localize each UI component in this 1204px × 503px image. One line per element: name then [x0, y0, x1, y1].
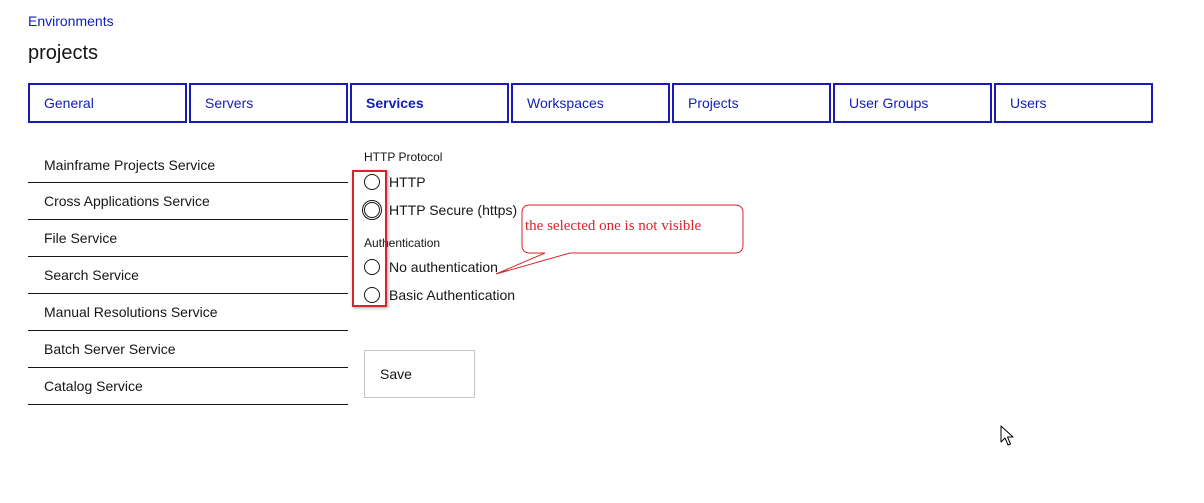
tab-bar: General Servers Services Workspaces Proj…	[28, 83, 1155, 123]
radio-basic-authentication[interactable]: Basic Authentication	[364, 287, 515, 303]
service-item-batch-server[interactable]: Batch Server Service	[28, 331, 348, 368]
tab-servers[interactable]: Servers	[189, 83, 348, 123]
http-protocol-label: HTTP Protocol	[364, 150, 443, 164]
breadcrumb-environments[interactable]: Environments	[28, 13, 114, 29]
tab-general[interactable]: General	[28, 83, 187, 123]
service-item-cross-applications[interactable]: Cross Applications Service	[28, 183, 348, 220]
radio-circle-https[interactable]	[362, 200, 382, 220]
authentication-label: Authentication	[364, 236, 441, 250]
tab-workspaces[interactable]: Workspaces	[511, 83, 670, 123]
service-item-search[interactable]: Search Service	[28, 257, 348, 294]
radio-label-http: HTTP	[389, 174, 426, 190]
service-item-catalog[interactable]: Catalog Service	[28, 368, 348, 405]
tab-user-groups[interactable]: User Groups	[833, 83, 992, 123]
annotation-callout-text: the selected one is not visible	[525, 218, 702, 234]
tab-projects[interactable]: Projects	[672, 83, 831, 123]
radio-no-authentication[interactable]: No authentication	[364, 259, 498, 275]
radio-circle-http[interactable]	[364, 174, 380, 190]
page: Environments projects General Servers Se…	[0, 0, 1204, 503]
annotation-callout-bubble	[495, 204, 744, 275]
service-list: Mainframe Projects Service Cross Applica…	[28, 147, 348, 405]
service-item-mainframe-projects[interactable]: Mainframe Projects Service	[28, 147, 348, 183]
service-item-file[interactable]: File Service	[28, 220, 348, 257]
radio-http[interactable]: HTTP	[364, 174, 426, 190]
radio-circle-no-authentication[interactable]	[364, 259, 380, 275]
radio-label-basic-authentication: Basic Authentication	[389, 287, 516, 303]
page-title: projects	[28, 42, 99, 64]
radio-label-no-authentication: No authentication	[389, 259, 498, 275]
service-item-manual-resolutions[interactable]: Manual Resolutions Service	[28, 294, 348, 331]
save-button[interactable]: Save	[364, 350, 475, 398]
radio-circle-basic-authentication[interactable]	[364, 287, 380, 303]
mouse-cursor-icon	[1000, 425, 1014, 446]
tab-users[interactable]: Users	[994, 83, 1153, 123]
tab-services[interactable]: Services	[350, 83, 509, 123]
